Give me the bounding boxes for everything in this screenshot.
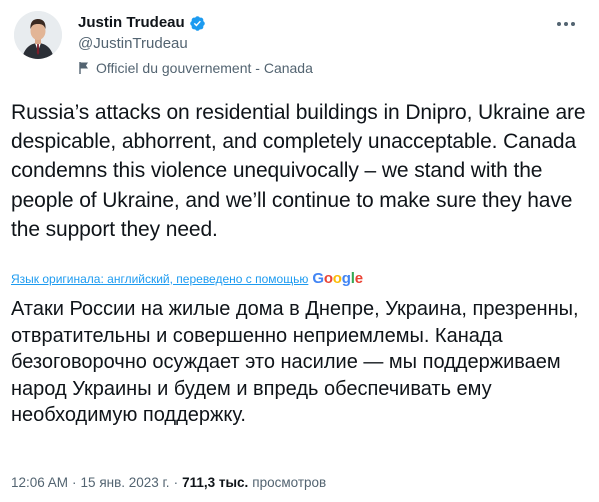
tweet: Justin Trudeau @JustinTrudeau Officiel d…	[0, 0, 599, 502]
more-options-icon	[557, 22, 575, 26]
avatar-image	[14, 11, 62, 59]
tweet-time[interactable]: 12:06 AM	[11, 475, 68, 490]
author-handle[interactable]: @JustinTrudeau	[78, 34, 188, 54]
author-name[interactable]: Justin Trudeau	[78, 13, 185, 33]
government-flag-icon	[79, 62, 88, 74]
tweet-meta: 12:06 AM · 15 янв. 2023 г. · 711,3 тыс. …	[11, 475, 326, 490]
meta-separator: ·	[72, 475, 77, 490]
meta-separator: ·	[173, 475, 179, 490]
translated-tweet-text: Атаки России на жилые дома в Днепре, Укр…	[11, 298, 579, 427]
verified-badge-icon	[189, 15, 205, 31]
views-count: 711,3 тыс.	[182, 475, 249, 490]
translation-attribution: Язык оригинала: английский, переведено с…	[11, 270, 363, 287]
government-label: Officiel du gouvernement - Canada	[78, 60, 313, 76]
government-label-text: Officiel du gouvernement - Canada	[96, 60, 313, 76]
author-header: Justin Trudeau	[78, 13, 206, 33]
views-label: просмотров	[252, 475, 327, 490]
avatar[interactable]	[14, 11, 62, 59]
tweet-date[interactable]: 15 янв. 2023 г.	[81, 475, 170, 490]
more-options-button[interactable]	[553, 14, 579, 34]
tweet-text: Russia’s attacks on residential building…	[11, 101, 586, 241]
translation-note-link[interactable]: Язык оригинала: английский, переведено с…	[11, 272, 308, 286]
google-logo: Google	[312, 270, 363, 287]
